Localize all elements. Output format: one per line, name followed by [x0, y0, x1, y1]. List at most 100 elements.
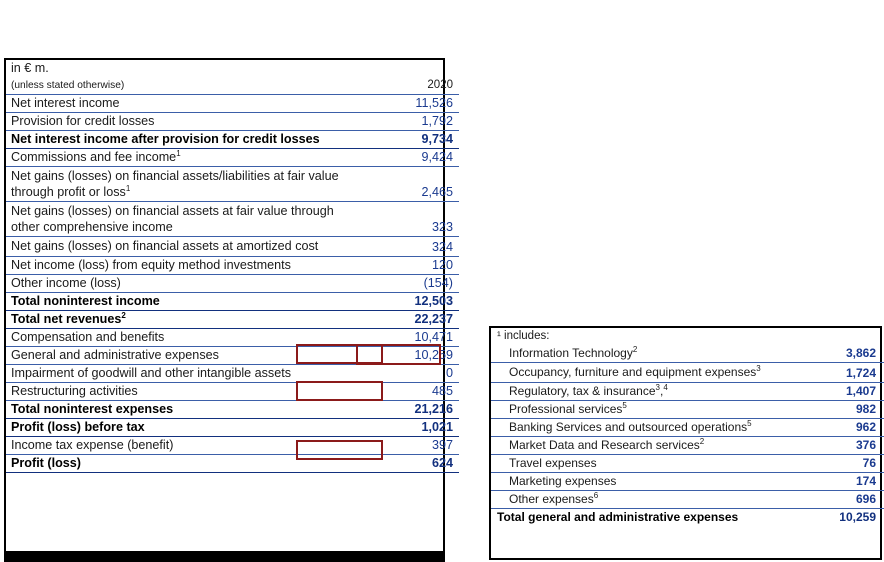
ga-breakdown-table: ¹ includes: Information Technology2 3,86… [491, 328, 884, 526]
total-value: 10,259 [783, 507, 884, 526]
breakdown-row-professional-services: Professional services5 982 [491, 400, 884, 419]
row-value: 376 [783, 436, 884, 455]
row-label: Compensation and benefits [6, 328, 363, 347]
table-row-period-header: (unless stated otherwise) 2020 [6, 77, 459, 95]
row-label: Market Data and Research services2 [491, 436, 783, 455]
row-value: 1,407 [783, 382, 884, 401]
row-value: 9,734 [363, 130, 459, 149]
row-value: 323 [363, 201, 459, 237]
row-label: Marketing expenses [491, 472, 783, 491]
row-value: 10,259 [363, 346, 459, 365]
table-row: Impairment of goodwill and other intangi… [6, 364, 459, 383]
table-row: Net interest income 11,526 [6, 94, 459, 113]
breakdown-row-regulatory: Regulatory, tax & insurance3,4 1,407 [491, 382, 884, 401]
row-label: Restructuring activities [6, 382, 363, 401]
row-label: Commissions and fee income1 [6, 148, 363, 167]
unit-value-blank [363, 60, 459, 77]
breakdown-row-banking-services: Banking Services and outsourced operatio… [491, 418, 884, 437]
table-row: Profit (loss) 624 [6, 454, 459, 473]
table-row: Profit (loss) before tax 1,021 [6, 418, 459, 437]
subheader-label: (unless stated otherwise) [6, 77, 363, 95]
breakdown-row-travel: Travel expenses 76 [491, 454, 884, 473]
row-value: 12,503 [363, 292, 459, 311]
breakdown-row-occupancy: Occupancy, furniture and equipment expen… [491, 362, 884, 383]
ga-breakdown-panel: ¹ includes: Information Technology2 3,86… [489, 326, 884, 560]
table-row: Total noninterest income 12,503 [6, 292, 459, 311]
row-value: 2,465 [363, 166, 459, 202]
table-row: Commissions and fee income1 9,424 [6, 148, 459, 167]
table-row-unit: in € m. [6, 60, 459, 77]
table-row: Net gains (losses) on financial assets a… [6, 236, 459, 257]
table-row: Compensation and benefits 10,471 [6, 328, 459, 347]
unit-label: in € m. [11, 61, 49, 75]
row-value: 174 [783, 472, 884, 491]
row-value: 1,021 [363, 418, 459, 437]
table-row: Provision for credit losses 1,792 [6, 112, 459, 131]
row-label: Other income (loss) [6, 274, 363, 293]
row-label: Income tax expense (benefit) [6, 436, 363, 455]
period-label: 2020 [363, 77, 459, 95]
table-row: Net income (loss) from equity method inv… [6, 256, 459, 275]
row-value: 324 [363, 236, 459, 257]
row-value: (154) [363, 274, 459, 293]
row-value: 9,424 [363, 148, 459, 167]
table-row: Total net revenues2 22,237 [6, 310, 459, 329]
table-row: Restructuring activities 485 [6, 382, 459, 401]
row-label: Net gains (losses) on financial assets a… [6, 201, 363, 237]
breakdown-row-market-data: Market Data and Research services2 376 [491, 436, 884, 455]
breakdown-total-row: Total general and administrative expense… [491, 507, 884, 526]
row-label: Net interest income [6, 94, 363, 113]
row-label: Banking Services and outsourced operatio… [491, 418, 783, 437]
row-value: 0 [363, 364, 459, 383]
row-value: 696 [783, 490, 884, 509]
row-label: Profit (loss) [6, 454, 363, 473]
table-row-general-administrative: General and administrative expenses 10,2… [6, 346, 459, 365]
panel-bottom-bar [4, 551, 445, 562]
table-row: Income tax expense (benefit) 397 [6, 436, 459, 455]
breakdown-header-row: ¹ includes: [491, 328, 884, 345]
row-value: 1,724 [783, 362, 884, 383]
table-row: Total noninterest expenses 21,216 [6, 400, 459, 419]
row-value: 21,216 [363, 400, 459, 419]
table-row: Other income (loss) (154) [6, 274, 459, 293]
row-value: 982 [783, 400, 884, 419]
row-value: 11,526 [363, 94, 459, 113]
table-row: Net gains (losses) on financial assets a… [6, 201, 459, 237]
row-label: Other expenses6 [491, 490, 783, 509]
breakdown-header-value-blank [783, 328, 884, 345]
row-value: 485 [363, 382, 459, 401]
table-row: Net interest income after provision for … [6, 130, 459, 149]
row-label: Net gains (losses) on financial assets/l… [6, 166, 363, 202]
table-row: Net gains (losses) on financial assets/l… [6, 166, 459, 202]
row-label: Total net revenues2 [6, 310, 363, 329]
row-value: 397 [363, 436, 459, 455]
row-label: General and administrative expenses [6, 346, 363, 365]
row-label: Professional services5 [491, 400, 783, 419]
total-label: Total general and administrative expense… [491, 507, 783, 526]
breakdown-row-other: Other expenses6 696 [491, 490, 884, 509]
row-value: 1,792 [363, 112, 459, 131]
row-value: 624 [363, 454, 459, 473]
row-label: Total noninterest income [6, 292, 363, 311]
row-label: Net gains (losses) on financial assets a… [6, 236, 363, 257]
breakdown-header-label: ¹ includes: [497, 330, 550, 342]
row-label: Occupancy, furniture and equipment expen… [491, 362, 783, 383]
row-value: 120 [363, 256, 459, 275]
row-label: Net income (loss) from equity method inv… [6, 256, 363, 275]
row-label: Regulatory, tax & insurance3,4 [491, 382, 783, 401]
row-label: Information Technology2 [491, 345, 783, 363]
breakdown-row-marketing: Marketing expenses 174 [491, 472, 884, 491]
row-label: Profit (loss) before tax [6, 418, 363, 437]
row-label: Impairment of goodwill and other intangi… [6, 364, 363, 383]
row-label: Travel expenses [491, 454, 783, 473]
income-statement-table: in € m. (unless stated otherwise) 2020 N… [6, 60, 459, 473]
row-label: Net interest income after provision for … [6, 130, 363, 149]
row-value: 22,237 [363, 310, 459, 329]
row-value: 76 [783, 454, 884, 473]
income-statement-panel: in € m. (unless stated otherwise) 2020 N… [4, 58, 459, 559]
row-value: 3,862 [783, 345, 884, 363]
row-label: Provision for credit losses [6, 112, 363, 131]
row-value: 962 [783, 418, 884, 437]
breakdown-row-information-technology: Information Technology2 3,862 [491, 345, 884, 363]
row-label: Total noninterest expenses [6, 400, 363, 419]
